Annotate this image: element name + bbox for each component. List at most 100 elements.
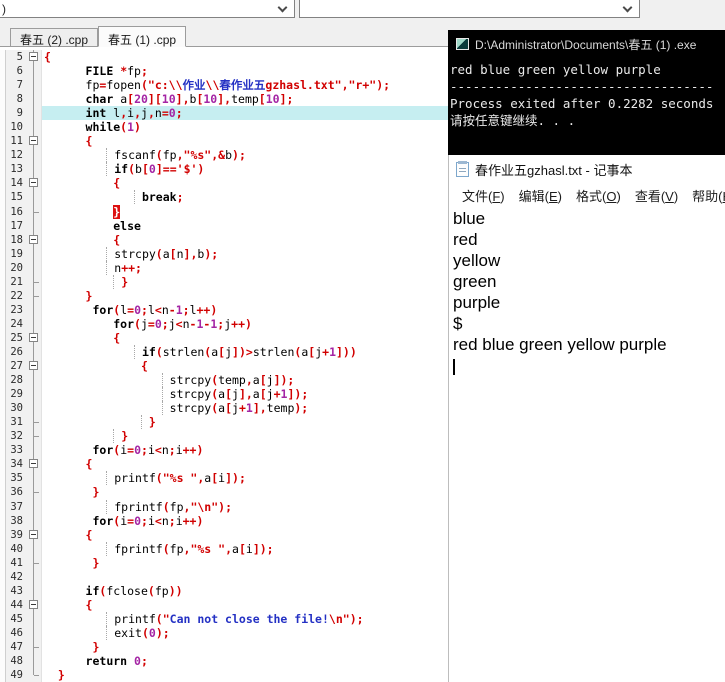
fold-marker[interactable] <box>26 330 42 345</box>
editor-tab[interactable]: 春五 (1) .cpp <box>98 26 187 47</box>
collapse-icon[interactable] <box>29 459 38 469</box>
code-text[interactable]: } <box>42 556 455 570</box>
code-text[interactable]: { <box>42 134 455 148</box>
code-text[interactable]: fprintf(fp,"%s ",a[i]); <box>42 541 455 556</box>
console-title-bar[interactable]: D:\Administrator\Documents\春五 (1) .exe <box>448 30 725 58</box>
collapse-icon[interactable] <box>29 52 38 62</box>
code-line: 16 } <box>0 204 455 219</box>
line-number: 8 <box>6 92 26 107</box>
code-text[interactable]: for(j=0;j<n-1-1;j++) <box>42 317 455 331</box>
class-browser-combobox[interactable]: ) <box>0 0 295 18</box>
collapse-icon[interactable] <box>29 529 38 539</box>
code-text[interactable]: printf("%s ",a[i]); <box>42 471 455 486</box>
code-text[interactable]: } <box>42 485 455 499</box>
code-text[interactable]: fscanf(fp,"%s",&b); <box>42 148 455 163</box>
collapse-icon[interactable] <box>29 136 38 146</box>
fold-marker[interactable] <box>26 359 42 374</box>
code-text[interactable] <box>42 570 455 584</box>
code-text[interactable]: } <box>42 640 455 654</box>
code-text[interactable]: int l,i,j,n=0; <box>42 106 455 121</box>
code-token: 春作业五 <box>219 78 266 93</box>
code-text[interactable]: { <box>42 598 455 612</box>
code-text[interactable]: } <box>42 415 455 430</box>
code-text[interactable]: strcpy(temp,a[j]); <box>42 373 455 388</box>
code-text[interactable]: printf("Can not close the file!\n"); <box>42 611 455 626</box>
collapse-icon[interactable] <box>29 332 38 342</box>
code-text[interactable]: } <box>42 289 455 303</box>
code-text[interactable]: strcpy(a[j],a[j+1]); <box>42 387 455 402</box>
code-text[interactable]: char a[20][10],b[10],temp[10]; <box>42 92 455 106</box>
fold-marker[interactable] <box>26 597 42 612</box>
code-token: ); <box>204 246 219 261</box>
code-text[interactable]: { <box>42 457 455 471</box>
fold-marker[interactable] <box>26 134 42 149</box>
code-text[interactable]: exit(0); <box>42 625 455 640</box>
code-token: ); <box>218 499 233 514</box>
fold-line <box>33 316 34 331</box>
menu-item[interactable]: 帮助(H) <box>685 184 725 207</box>
code-token: , <box>245 373 253 388</box>
code-text[interactable]: fp=fopen("c:\\作业\\春作业五gzhasl.txt","r+"); <box>42 78 455 92</box>
code-text[interactable]: if(fclose(fp)) <box>42 584 455 598</box>
code-text[interactable]: strcpy(a[j+1],temp); <box>42 401 455 416</box>
console-output[interactable]: red blue green yellow purple ------------… <box>448 58 725 129</box>
code-token: i <box>147 443 155 458</box>
code-text[interactable]: { <box>42 176 455 190</box>
code-text[interactable]: } <box>42 429 455 444</box>
code-text[interactable]: fprintf(fp,"\n"); <box>42 499 455 514</box>
code-text[interactable]: } <box>42 274 455 289</box>
code-text[interactable]: { <box>42 233 455 247</box>
fold-marker[interactable] <box>26 50 42 65</box>
fold-marker[interactable] <box>26 232 42 247</box>
member-combobox[interactable] <box>299 0 640 18</box>
fold-tick <box>34 646 39 648</box>
fold-marker <box>26 625 42 640</box>
code-token: strcpy <box>169 401 212 416</box>
collapse-icon[interactable] <box>29 361 38 371</box>
code-text[interactable]: { <box>42 331 455 345</box>
code-line: 45 printf("Can not close the file!\n"); <box>0 611 455 626</box>
notepad-text-area[interactable]: blue red yellow green purple $ red blue green … <box>449 207 725 376</box>
menu-item[interactable]: 格式(O) <box>569 184 628 207</box>
code-text[interactable]: if(b[0]=='$') <box>42 162 455 177</box>
collapse-icon[interactable] <box>29 234 38 244</box>
code-text[interactable]: { <box>42 359 455 373</box>
code-text[interactable]: } <box>42 204 455 219</box>
code-text[interactable]: if(strlen(a[j])>strlen(a[j+1])) <box>42 344 455 359</box>
code-text[interactable]: { <box>42 528 455 542</box>
fold-marker[interactable] <box>26 457 42 472</box>
code-text[interactable]: FILE *fp; <box>42 64 455 78</box>
code-text[interactable]: strcpy(a[n],b); <box>42 246 455 261</box>
collapse-icon[interactable] <box>29 599 38 609</box>
code-text[interactable]: n++; <box>42 260 455 275</box>
code-text[interactable]: else <box>42 219 455 233</box>
code-text[interactable]: for(i=0;i<n;i++) <box>42 443 455 457</box>
code-token: ++) <box>231 316 252 331</box>
menu-item[interactable]: 文件(F) <box>455 184 512 207</box>
editor-tab[interactable]: 春五 (2) .cpp <box>10 28 99 47</box>
code-token: "%s " <box>162 471 198 486</box>
menu-item[interactable]: 查看(V) <box>628 184 685 207</box>
code-text[interactable]: } <box>42 668 455 682</box>
code-text[interactable]: while(1) <box>42 120 455 134</box>
code-text[interactable]: for(l=0;l<n-1;l++) <box>42 303 455 317</box>
fold-marker[interactable] <box>26 527 42 542</box>
line-number: 48 <box>6 654 26 669</box>
collapse-icon[interactable] <box>29 178 38 188</box>
code-text[interactable]: { <box>42 50 455 64</box>
notepad-title-bar[interactable]: 春作业五gzhasl.txt - 记事本 <box>449 155 725 183</box>
fold-line <box>33 344 34 360</box>
menu-item[interactable]: 编辑(E) <box>512 184 569 207</box>
code-text[interactable]: for(i=0;i<n;i++) <box>42 514 455 528</box>
fold-marker[interactable] <box>26 176 42 191</box>
code-text[interactable]: break; <box>42 190 455 205</box>
code-token: , <box>341 78 349 93</box>
code-line: 12 fscanf(fp,"%s",&b); <box>0 148 455 163</box>
code-token: ( <box>155 148 163 163</box>
code-text[interactable]: return 0; <box>42 654 455 668</box>
line-number: 46 <box>6 625 26 640</box>
code-editor[interactable]: 5{6 FILE *fp; 7 fp=fopen("c:\\作业\\春作业五gzh… <box>0 47 455 682</box>
